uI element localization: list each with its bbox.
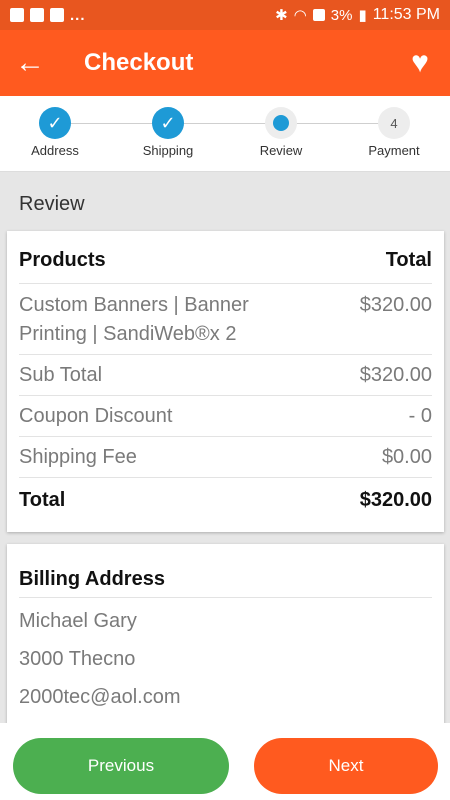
previous-button[interactable]: Previous	[13, 738, 229, 794]
total-label: Total	[19, 489, 66, 511]
shipping-value: $0.00	[381, 445, 432, 468]
shipping-row: Shipping Fee $0.00	[19, 437, 432, 478]
products-heading: Products	[19, 248, 106, 271]
coupon-label: Coupon Discount	[19, 404, 173, 427]
billing-name: Michael Gary	[19, 610, 137, 632]
order-header-row: Products Total	[19, 231, 432, 284]
step-label: Payment	[368, 143, 420, 158]
next-button[interactable]: Next	[254, 738, 438, 794]
checkout-stepper: ✓ Address ✓ Shipping Review 4 Payment	[0, 96, 450, 172]
page-title: Checkout	[84, 49, 194, 76]
total-row: Total $320.00	[19, 478, 432, 523]
product-name: Custom Banners | Banner Printing | Sandi…	[19, 294, 249, 345]
product-row: Custom Banners | Banner Printing | Sandi…	[19, 284, 432, 355]
shipping-label: Shipping Fee	[19, 445, 137, 468]
total-value: $320.00	[359, 489, 432, 511]
step-label: Shipping	[142, 143, 194, 158]
battery-icon: ▮	[358, 7, 367, 24]
subtotal-row: Sub Total $320.00	[19, 355, 432, 396]
current-step-indicator	[265, 107, 297, 139]
bottom-action-bar: Previous Next	[0, 723, 450, 800]
status-right: ✱ ◠ 3% ▮ 11:53 PM	[275, 6, 440, 24]
step-review[interactable]: Review	[231, 107, 331, 158]
coupon-value: - 0	[408, 404, 432, 427]
back-button[interactable]: ←	[0, 30, 60, 96]
more-notifications: ...	[70, 6, 86, 24]
dot-icon	[273, 115, 289, 131]
mail-icon	[50, 8, 64, 22]
billing-address-card: Billing Address Michael Gary 3000 Thecno…	[7, 544, 444, 724]
order-summary-card: Products Total Custom Banners | Banner P…	[7, 231, 444, 532]
arrow-left-icon: ←	[15, 46, 45, 79]
signal-icon	[312, 9, 325, 21]
image-icon	[30, 8, 44, 22]
check-icon: ✓	[39, 107, 71, 139]
step-shipping[interactable]: ✓ Shipping	[118, 107, 218, 158]
step-number: 4	[378, 107, 410, 139]
clipboard-icon	[10, 8, 24, 22]
app-bar: ← Checkout ♥	[0, 30, 450, 96]
status-left: ...	[10, 7, 86, 24]
coupon-row: Coupon Discount - 0	[19, 396, 432, 437]
check-icon: ✓	[152, 107, 184, 139]
bluetooth-icon: ✱	[275, 7, 288, 24]
billing-title: Billing Address	[19, 544, 432, 598]
billing-street: 3000 Thecno	[19, 648, 136, 670]
clock: 11:53 PM	[372, 6, 440, 23]
step-payment[interactable]: 4 Payment	[344, 107, 444, 158]
total-heading: Total	[385, 248, 432, 271]
section-title: Review	[19, 193, 85, 215]
battery-percent: 3%	[330, 6, 353, 24]
subtotal-value: $320.00	[359, 363, 432, 386]
step-address[interactable]: ✓ Address	[5, 107, 105, 158]
heart-icon: ♥	[411, 46, 429, 79]
product-total: $320.00	[359, 294, 432, 316]
step-label: Review	[259, 143, 303, 158]
wifi-icon: ◠	[293, 7, 307, 24]
step-label: Address	[31, 143, 79, 158]
subtotal-label: Sub Total	[19, 363, 103, 386]
wishlist-button[interactable]: ♥	[390, 30, 450, 96]
billing-email: 2000tec@aol.com	[19, 686, 181, 708]
status-bar: ... ✱ ◠ 3% ▮ 11:53 PM	[0, 0, 450, 30]
